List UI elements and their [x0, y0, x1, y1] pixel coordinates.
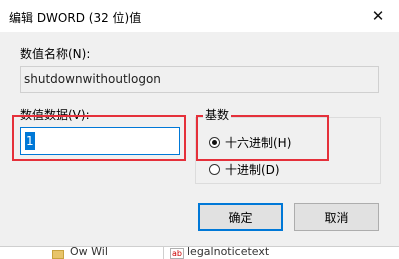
value-name-label: 数值名称(N): — [20, 47, 91, 61]
cancel-button[interactable]: 取消 — [294, 203, 379, 231]
dec-radio-option[interactable]: 十进制(D) — [209, 161, 280, 178]
background-registry-editor: Ow Wil ab legalnoticetext — [0, 246, 399, 259]
window-title: 编辑 DWORD (32 位)值 — [9, 11, 142, 25]
dec-radio-button[interactable] — [209, 164, 220, 175]
value-name-field: shutdownwithoutlogon — [20, 66, 379, 93]
close-icon[interactable]: ✕ — [366, 4, 390, 28]
registry-string-icon: ab — [170, 248, 184, 259]
list-item-label: legalnoticetext — [187, 246, 270, 258]
tree-item-label: Ow Wil — [70, 246, 108, 258]
ok-button[interactable]: 确定 — [198, 203, 283, 231]
title-bar: 编辑 DWORD (32 位)值 ✕ — [0, 0, 399, 32]
value-data-highlight — [12, 115, 186, 161]
pane-divider — [163, 247, 164, 259]
base-group-label: 基数 — [203, 106, 232, 123]
dec-radio-label: 十进制(D) — [225, 163, 280, 177]
